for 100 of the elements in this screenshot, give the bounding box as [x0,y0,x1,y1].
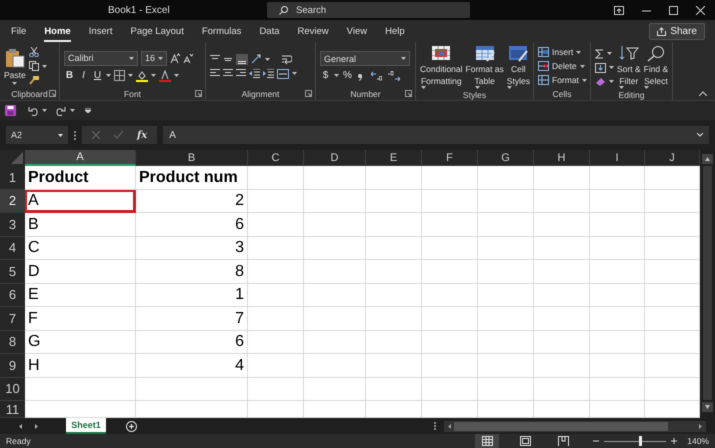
caret-icon[interactable] [609,66,614,69]
sheet-tab[interactable]: Sheet1 [66,418,106,434]
dialog-launcher-icon[interactable] [405,90,412,97]
eraser-icon[interactable] [595,76,606,86]
delete-cells-button[interactable]: Delete [538,61,587,71]
menu-tab[interactable]: Data [259,20,280,42]
increase-font-size-icon[interactable] [170,53,180,63]
row-header[interactable]: 4 [0,236,25,260]
row-header[interactable]: 8 [0,330,25,354]
search-field[interactable]: Search [267,2,470,18]
menu-tab[interactable]: Page Layout [130,20,184,42]
caret-icon[interactable] [506,86,512,89]
font-name-dropdown[interactable]: Calibri [64,50,138,66]
caret-icon[interactable] [474,86,480,89]
decrease-font-size-icon[interactable] [183,53,193,63]
column-header[interactable]: H [534,150,590,166]
increase-decimal-icon[interactable] [371,70,384,80]
borders-icon[interactable] [114,70,125,81]
decrease-decimal-icon[interactable] [387,70,400,80]
redo-icon[interactable] [56,106,66,116]
copy-icon[interactable] [28,61,39,71]
dialog-launcher-icon[interactable] [49,90,56,97]
format-as-table-button[interactable]: Format as Table [466,45,504,89]
menu-tab[interactable]: Insert [88,20,112,42]
name-box[interactable]: A2 [6,126,68,144]
view-button[interactable] [475,434,500,448]
paste-button[interactable]: Paste [4,48,26,84]
caret-icon[interactable] [151,74,156,77]
caret-icon[interactable] [106,74,111,77]
conditional-formatting-button[interactable]: Conditional Formatting [420,45,463,89]
close-icon[interactable] [696,6,705,14]
row-header[interactable]: 7 [0,307,25,330]
column-header[interactable]: E [366,150,422,166]
row-header[interactable]: 5 [0,260,25,284]
scroll-right-icon[interactable] [35,424,38,428]
merge-center-icon[interactable] [277,68,289,78]
increase-indent-icon[interactable] [263,69,274,78]
column-header[interactable]: A [25,150,136,166]
row-header[interactable]: 11 [0,401,25,418]
caret-icon[interactable] [582,78,587,82]
underline-button[interactable]: U [92,70,103,81]
column-header[interactable]: I [590,150,645,166]
column-header[interactable]: C [248,150,304,166]
expand-formula-bar-icon[interactable] [697,133,703,137]
fill-color-icon[interactable] [136,70,148,82]
collapse-ribbon-icon[interactable] [699,91,707,96]
row-header[interactable]: 3 [0,213,25,236]
customize-toolbar-icon[interactable] [85,108,91,113]
font-color-icon[interactable] [159,70,171,82]
font-size-dropdown[interactable]: 16 [141,50,167,66]
dialog-launcher-icon[interactable] [305,90,312,97]
caret-icon[interactable] [58,134,63,136]
decrease-indent-icon[interactable] [249,69,260,78]
align-bottom-icon[interactable] [236,54,248,64]
row-header[interactable]: 6 [0,284,25,307]
format-cells-button[interactable]: Format [538,75,587,85]
fill-icon[interactable] [595,62,606,72]
formula-input[interactable]: A [163,126,709,144]
number-format-dropdown[interactable]: General [320,51,410,66]
dialog-launcher-icon[interactable] [195,90,202,97]
caret-icon[interactable] [644,86,650,89]
caret-icon[interactable] [420,86,426,89]
wrap-text-icon[interactable] [281,54,292,64]
caret-icon[interactable] [580,64,585,68]
menu-tab[interactable]: File [11,20,26,42]
horizontal-scrollbar[interactable] [444,420,706,432]
column-header[interactable]: B [136,150,248,166]
caret-icon[interactable] [401,57,406,60]
row-header[interactable]: 2 [0,190,25,213]
column-header[interactable]: D [304,150,366,166]
format-painter-icon[interactable] [28,75,39,85]
caret-icon[interactable] [334,74,339,77]
bold-button[interactable]: B [64,70,75,81]
slider-thumb[interactable] [638,436,642,446]
row-header[interactable]: 10 [0,378,25,401]
caret-icon[interactable] [42,109,47,112]
scroll-left-icon[interactable] [19,424,22,428]
autosum-icon[interactable] [595,48,604,58]
caret-icon[interactable] [128,74,133,77]
zoom-out-icon[interactable] [593,438,600,444]
row-header[interactable]: 9 [0,354,25,378]
caret-icon[interactable] [292,72,297,75]
align-center-icon[interactable] [223,69,233,78]
column-header[interactable]: F [422,150,478,166]
currency-button[interactable]: $ [320,70,331,81]
cell-styles-button[interactable]: Cell Styles [506,45,530,89]
column-header[interactable]: J [645,150,700,166]
maximize-icon[interactable] [669,6,678,14]
caret-icon[interactable] [576,50,582,54]
align-right-icon[interactable] [236,69,246,78]
column-header[interactable]: G [478,150,534,166]
menu-tab[interactable]: View [346,20,368,42]
row-header[interactable]: 1 [0,166,25,190]
save-icon[interactable] [5,105,16,116]
italic-button[interactable]: I [78,70,89,81]
caret-icon[interactable] [158,56,163,60]
menu-tab[interactable]: Help [385,20,405,42]
cut-icon[interactable] [28,47,39,57]
ribbon-display-icon[interactable] [614,6,624,14]
menu-tab[interactable]: Formulas [202,20,242,42]
